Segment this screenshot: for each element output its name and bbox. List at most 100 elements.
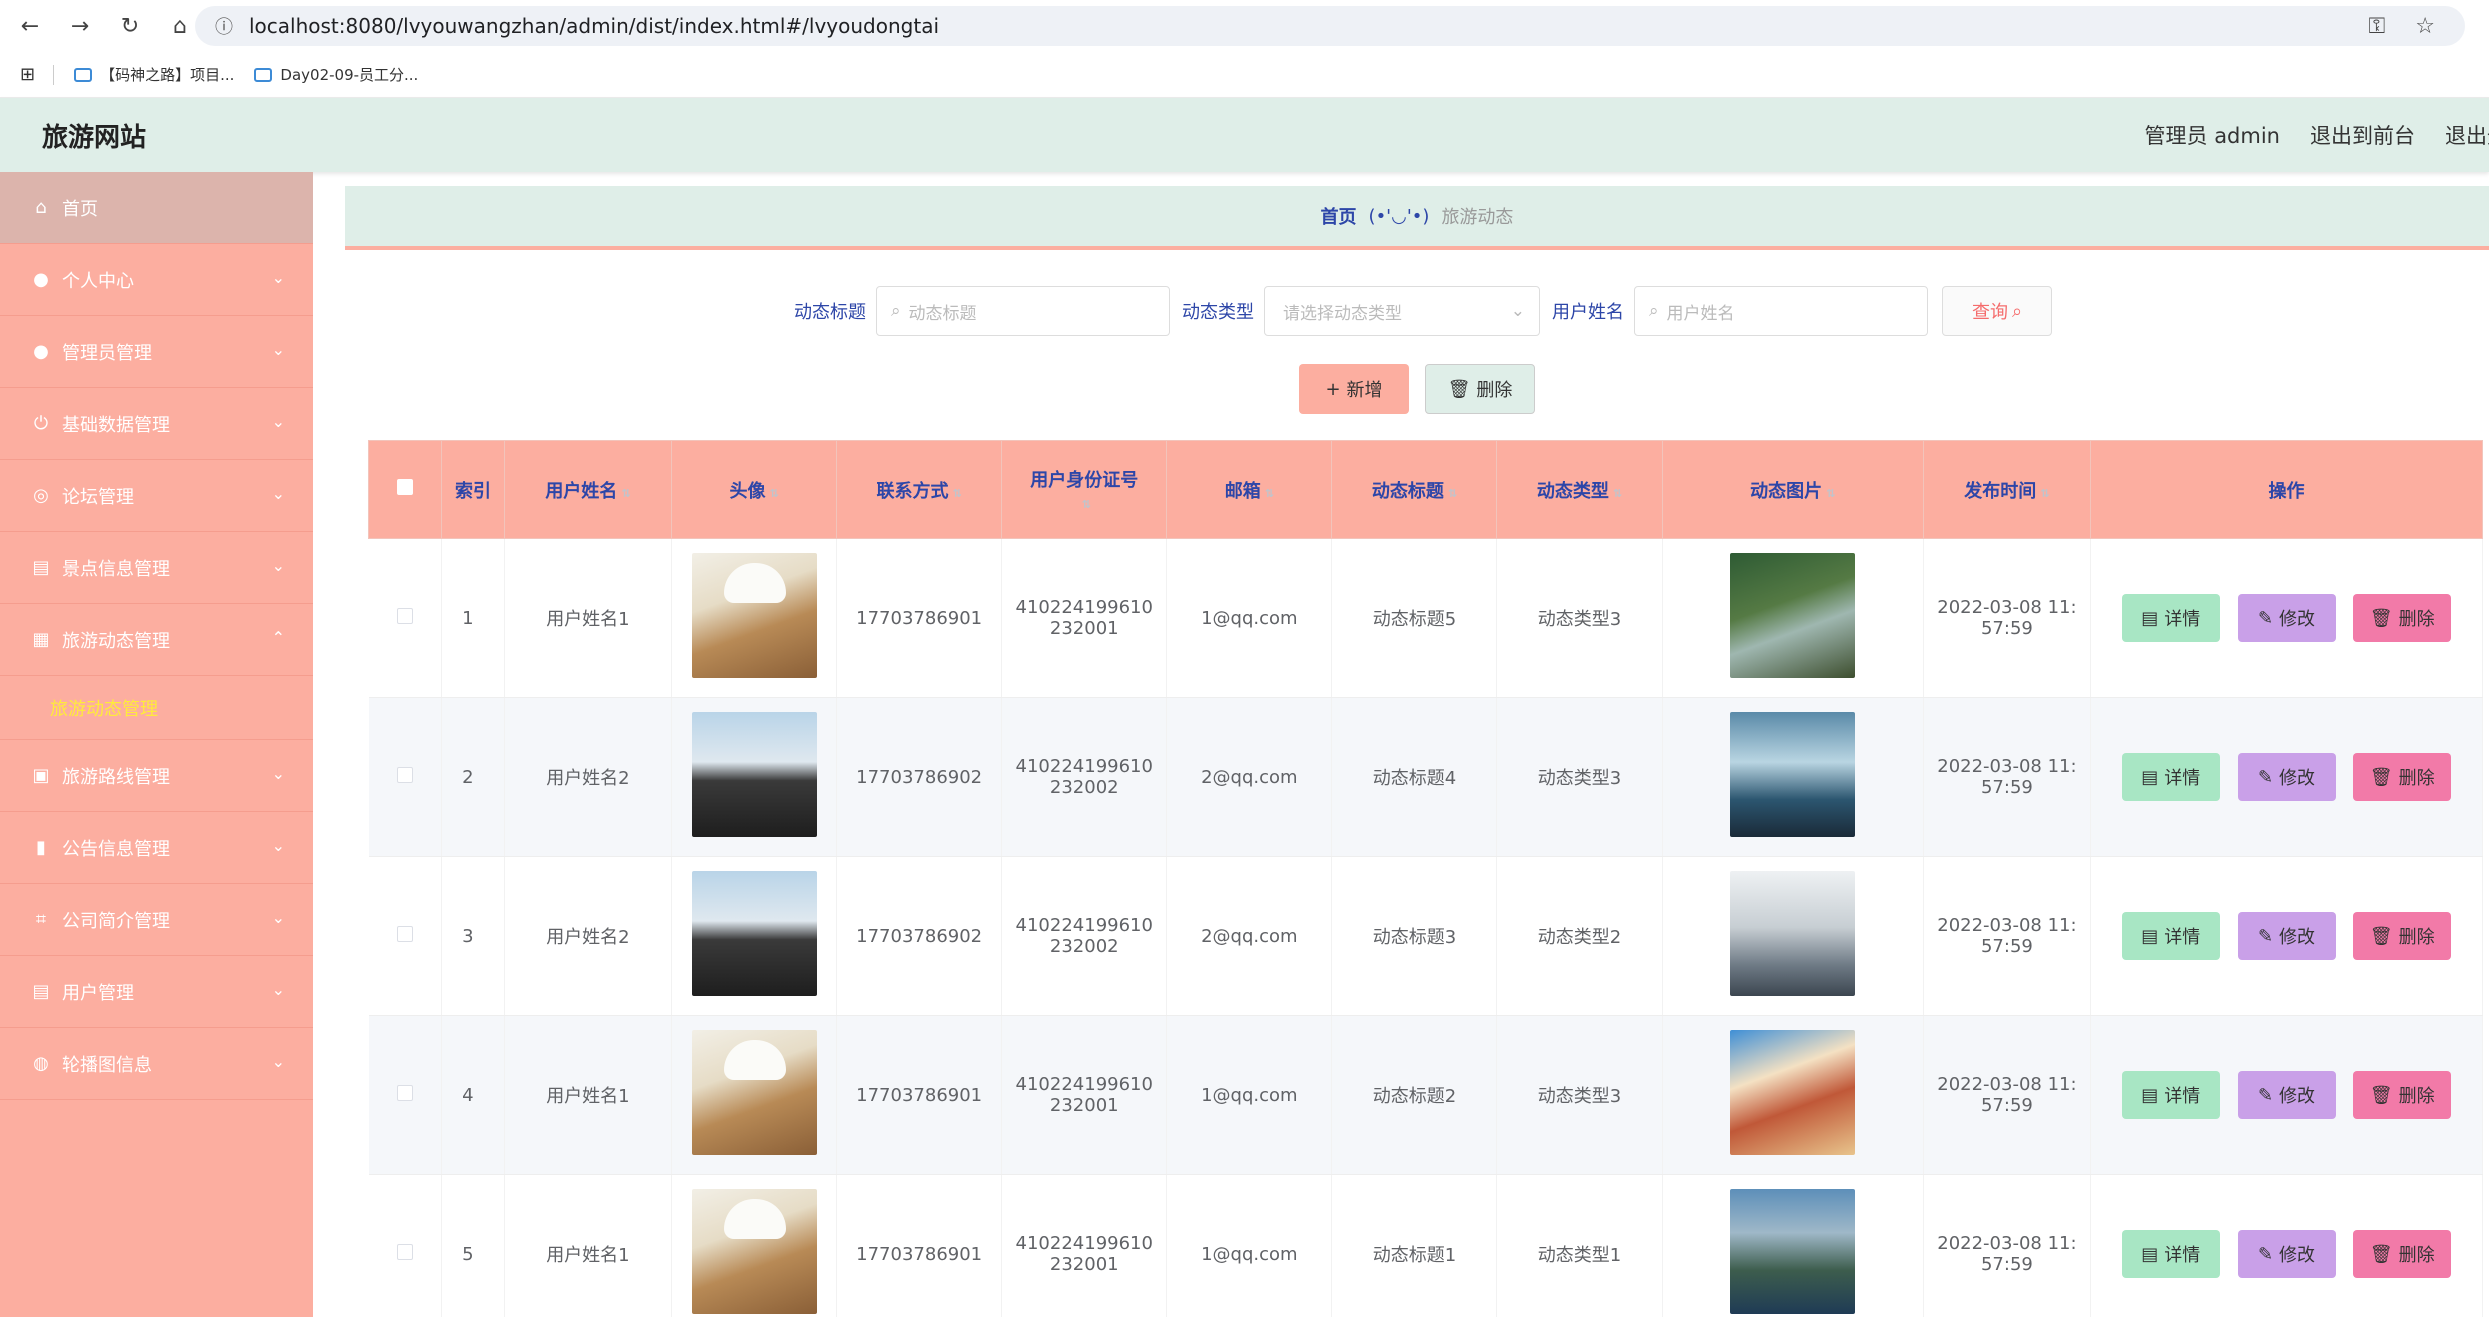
- sidebar-item-scenic[interactable]: ▤ 景点信息管理 ⌄: [0, 532, 313, 604]
- site-info-icon[interactable]: ⓘ: [215, 13, 233, 39]
- forward-icon[interactable]: →: [60, 6, 100, 46]
- column-header[interactable]: 动态类型 ⇅: [1496, 440, 1663, 539]
- sidebar-item-carousel[interactable]: ◍ 轮播图信息 ⌄: [0, 1028, 313, 1100]
- row-checkbox[interactable]: [396, 607, 413, 624]
- sort-icon[interactable]: ⇅: [1082, 498, 1091, 511]
- sidebar-item-company[interactable]: ⌗ 公司简介管理 ⌄: [0, 884, 313, 956]
- exit-to-front-link[interactable]: 退出到前台: [2310, 120, 2415, 150]
- delete-button[interactable]: 🗑 删除: [2353, 753, 2452, 801]
- column-header[interactable]: 用户身份证号 ⇅: [1001, 440, 1168, 539]
- delete-button[interactable]: 🗑 删除: [2353, 594, 2452, 642]
- column-header[interactable]: 动态图片 ⇅: [1661, 440, 1924, 539]
- publish-date: 2022-03-08 11:: [1937, 915, 2077, 936]
- sort-icon[interactable]: ⇅: [769, 487, 778, 500]
- table-row: 3 用户姓名2 17703786902 410224199610 232002 2…: [368, 856, 2483, 1016]
- delete-button[interactable]: 🗑 删除: [2353, 1071, 2452, 1119]
- address-bar[interactable]: ⓘ localhost:8080/lvyouwangzhan/admin/dis…: [195, 6, 2465, 46]
- operations-cell: ▤ 详情 ✎ 修改 🗑 删除: [2090, 697, 2483, 857]
- breadcrumb-home[interactable]: 首页: [1321, 203, 1357, 229]
- back-icon[interactable]: ←: [10, 6, 50, 46]
- sidebar-item-routes[interactable]: ▣ 旅游路线管理 ⌄: [0, 740, 313, 812]
- add-button[interactable]: + 新增: [1299, 364, 1409, 414]
- avatar[interactable]: [691, 871, 817, 996]
- sidebar-item-travel-news[interactable]: ▦ 旅游动态管理 ⌃: [0, 604, 313, 676]
- sidebar-item-home[interactable]: ⌂ 首页: [0, 172, 313, 244]
- select-all-checkbox[interactable]: [397, 479, 414, 495]
- column-header[interactable]: 发布时间 ⇅: [1922, 440, 2092, 539]
- column-header[interactable]: 头像 ⇅: [671, 440, 838, 539]
- edit-button[interactable]: ✎ 修改: [2237, 1230, 2336, 1278]
- news-picture[interactable]: [1730, 712, 1856, 837]
- avatar[interactable]: [691, 712, 817, 837]
- submenu-item-travel-news[interactable]: 旅游动态管理: [0, 676, 313, 740]
- detail-button[interactable]: ▤ 详情: [2121, 594, 2220, 642]
- detail-button[interactable]: ▤ 详情: [2121, 1230, 2220, 1278]
- sidebar-item-base-data[interactable]: ⏻ 基础数据管理 ⌄: [0, 388, 313, 460]
- row-checkbox[interactable]: [396, 1084, 413, 1101]
- batch-delete-button[interactable]: 🗑 删除: [1425, 364, 1535, 414]
- reload-icon[interactable]: ↻: [110, 6, 150, 46]
- bookmark-item[interactable]: Day02-09-员工分...: [254, 64, 418, 85]
- edit-button[interactable]: ✎ 修改: [2237, 753, 2336, 801]
- news-picture[interactable]: [1730, 1189, 1856, 1314]
- column-header[interactable]: 动态标题 ⇅: [1331, 440, 1498, 539]
- sort-icon[interactable]: ⇅: [1265, 487, 1274, 500]
- news-picture[interactable]: [1730, 553, 1856, 678]
- row-select-cell[interactable]: [368, 1174, 443, 1317]
- bookmark-star-icon[interactable]: ☆: [2415, 14, 2435, 39]
- sort-icon[interactable]: ⇅: [1613, 487, 1622, 500]
- publish-date: 2022-03-08 11:: [1937, 1233, 2077, 1254]
- row-checkbox[interactable]: [396, 925, 413, 942]
- edit-button[interactable]: ✎ 修改: [2237, 912, 2336, 960]
- select-all-cell[interactable]: [367, 440, 443, 539]
- sidebar-item-personal-center[interactable]: ● 个人中心 ⌄: [0, 244, 313, 316]
- bookmark-item[interactable]: 【码神之路】项目...: [74, 64, 234, 85]
- sort-icon[interactable]: ⇅: [953, 487, 962, 500]
- sidebar-item-admin-management[interactable]: ● 管理员管理 ⌄: [0, 316, 313, 388]
- logout-link[interactable]: 退出登录: [2445, 120, 2489, 150]
- row-select-cell[interactable]: [368, 1015, 443, 1175]
- sidebar-item-notice[interactable]: ▮ 公告信息管理 ⌄: [0, 812, 313, 884]
- name-cell: 用户姓名2: [504, 697, 673, 857]
- column-header[interactable]: 邮箱 ⇅: [1166, 440, 1333, 539]
- sort-icon[interactable]: ⇅: [2040, 487, 2049, 500]
- avatar[interactable]: [691, 1030, 817, 1155]
- key-icon[interactable]: ⚿: [2369, 14, 2386, 39]
- url-text: localhost:8080/lvyouwangzhan/admin/dist/…: [249, 14, 939, 38]
- sidebar-item-users[interactable]: ▤ 用户管理 ⌄: [0, 956, 313, 1028]
- detail-button[interactable]: ▤ 详情: [2121, 1071, 2220, 1119]
- row-select-cell[interactable]: [368, 538, 443, 698]
- row-checkbox[interactable]: [396, 1243, 413, 1260]
- email-cell: 2@qq.com: [1166, 697, 1333, 857]
- query-button[interactable]: 查询 ⌕: [1942, 286, 2052, 336]
- apps-icon[interactable]: ⊞: [20, 64, 35, 85]
- sidebar-item-forum[interactable]: ◎ 论坛管理 ⌄: [0, 460, 313, 532]
- document-icon: ▤: [2141, 925, 2159, 947]
- edit-button[interactable]: ✎ 修改: [2237, 1071, 2336, 1119]
- sort-icon[interactable]: ⇅: [621, 487, 630, 500]
- title-search-input[interactable]: ⌕ 动态标题: [876, 286, 1170, 336]
- title-cell: 动态标题4: [1331, 697, 1498, 857]
- sort-icon[interactable]: ⇅: [1826, 487, 1835, 500]
- column-header[interactable]: 联系方式 ⇅: [836, 440, 1003, 539]
- user-search-input[interactable]: ⌕ 用户姓名: [1634, 286, 1928, 336]
- home-icon[interactable]: ⌂: [160, 6, 200, 46]
- avatar[interactable]: [691, 1189, 817, 1314]
- pencil-icon: ✎: [2257, 607, 2274, 629]
- row-checkbox[interactable]: [396, 766, 413, 783]
- edit-button[interactable]: ✎ 修改: [2237, 594, 2336, 642]
- sort-icon[interactable]: ⇅: [1448, 487, 1457, 500]
- delete-button[interactable]: 🗑 删除: [2353, 1230, 2452, 1278]
- detail-button[interactable]: ▤ 详情: [2121, 912, 2220, 960]
- avatar[interactable]: [691, 553, 817, 678]
- delete-button[interactable]: 🗑 删除: [2353, 912, 2452, 960]
- row-select-cell[interactable]: [368, 697, 443, 857]
- column-header[interactable]: 用户姓名 ⇅: [503, 440, 673, 539]
- plus-icon: +: [1325, 378, 1341, 400]
- detail-button[interactable]: ▤ 详情: [2121, 753, 2220, 801]
- row-select-cell[interactable]: [368, 856, 443, 1016]
- news-picture[interactable]: [1730, 871, 1856, 996]
- type-select[interactable]: 请选择动态类型 ⌄: [1264, 286, 1540, 336]
- news-picture[interactable]: [1730, 1030, 1856, 1155]
- phone-cell: 17703786901: [836, 538, 1003, 698]
